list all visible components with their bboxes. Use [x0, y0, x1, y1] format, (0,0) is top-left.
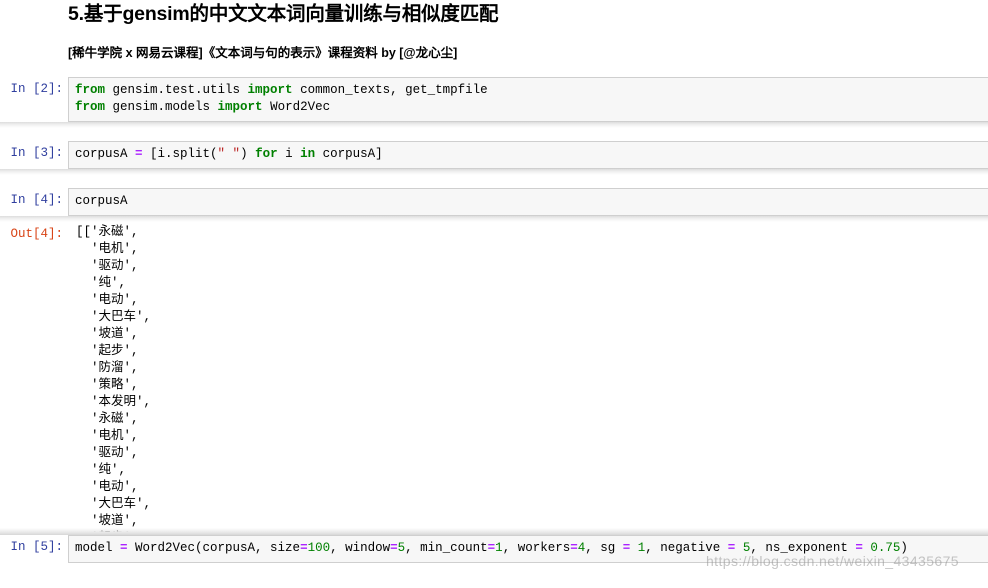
code-text: corpusA]: [315, 147, 383, 161]
output-scroll-region[interactable]: Out[4]: [['永磁', '电机', '驱动', '纯', '电动', '…: [0, 222, 988, 535]
keyword-from: from: [75, 83, 106, 97]
cell-spacer: [0, 128, 988, 141]
keyword-import: import: [217, 100, 263, 114]
number-literal: 1: [630, 541, 646, 555]
input-prompt-2: In [2]:: [10, 82, 63, 96]
output-line: '电机',: [76, 429, 139, 443]
code-text: ): [900, 541, 908, 555]
output-text-4: [['永磁', '电机', '驱动', '纯', '电动', '大巴车', '坡…: [68, 222, 988, 535]
markdown-subtitle: [稀牛学院 x 网易云课程]《文本词与句的表示》课程资料 by [@龙心尘]: [68, 46, 458, 60]
output-line: '防溜',: [76, 361, 139, 375]
code-editor-2[interactable]: from gensim.test.utils import common_tex…: [68, 77, 988, 122]
operator-equals: =: [135, 147, 143, 161]
code-text: corpusA: [75, 147, 136, 161]
keyword-import: import: [247, 83, 293, 97]
code-text: corpusA: [75, 194, 128, 208]
output-line: '坡道',: [76, 327, 139, 341]
output-prompt-4: Out[4]:: [10, 227, 63, 241]
output-line: '纯',: [76, 276, 127, 290]
code-text: common_texts, get_tmpfile: [292, 83, 488, 97]
code-text: gensim.test.utils: [105, 83, 248, 97]
output-line: '永磁',: [76, 412, 139, 426]
output-line: '起步',: [76, 344, 139, 358]
output-line: '驱动',: [76, 446, 139, 460]
operator-equals: =: [390, 541, 398, 555]
markdown-cell[interactable]: 5.基于gensim的中文文本词向量训练与相似度匹配 [稀牛学院 x 网易云课程…: [0, 0, 988, 62]
code-text: , ns_exponent: [750, 541, 856, 555]
code-editor-3[interactable]: corpusA = [i.split(" ") for i in corpusA…: [68, 141, 988, 169]
output-line: '电动',: [76, 293, 139, 307]
input-prompt-4: In [4]:: [10, 193, 63, 207]
code-text: [i.split(: [142, 147, 218, 161]
output-line: '本发明',: [76, 395, 152, 409]
output-line: '电机',: [76, 242, 139, 256]
output-line: '大巴车',: [76, 497, 152, 511]
code-text: Word2Vec(corpusA, size: [127, 541, 301, 555]
cell-spacer: [0, 62, 988, 77]
code-text: ): [240, 147, 256, 161]
output-line: '坡道',: [76, 514, 139, 528]
input-prompt-5: In [5]:: [10, 540, 63, 554]
operator-equals: =: [120, 541, 128, 555]
output-line: '纯',: [76, 463, 127, 477]
keyword-from: from: [75, 100, 106, 114]
page-title: 5.基于gensim的中文文本词向量训练与相似度匹配: [68, 3, 499, 25]
output-line: [['永磁',: [76, 225, 139, 239]
code-cell-in-2[interactable]: In [2]: from gensim.test.utils import co…: [0, 77, 988, 122]
code-editor-4[interactable]: corpusA: [68, 188, 988, 216]
number-literal: 5: [735, 541, 751, 555]
number-literal: 100: [307, 541, 331, 555]
number-literal: 1: [495, 541, 503, 555]
code-text: , workers: [502, 541, 571, 555]
code-text: , window: [330, 541, 391, 555]
operator-equals: =: [855, 541, 863, 555]
cell-spacer: [0, 175, 988, 188]
code-editor-5[interactable]: model = Word2Vec(corpusA, size=100, wind…: [68, 535, 988, 563]
keyword-for: for: [255, 147, 278, 161]
code-text: Word2Vec: [262, 100, 331, 114]
code-text: model: [75, 541, 121, 555]
output-line: '驱动',: [76, 259, 139, 273]
output-clip-shadow: [0, 528, 988, 535]
input-prompt-3: In [3]:: [10, 146, 63, 160]
keyword-in: in: [300, 147, 316, 161]
code-cell-in-4[interactable]: In [4]: corpusA: [0, 188, 988, 216]
code-text: gensim.models: [105, 100, 218, 114]
number-literal: 5: [397, 541, 406, 555]
code-cell-in-3[interactable]: In [3]: corpusA = [i.split(" ") for i in…: [0, 141, 988, 169]
number-literal: 0.75: [862, 541, 901, 555]
code-text: , sg: [585, 541, 623, 555]
operator-equals: =: [570, 541, 578, 555]
output-cell-out-4: Out[4]: [['永磁', '电机', '驱动', '纯', '电动', '…: [0, 222, 988, 535]
code-text: i: [277, 147, 301, 161]
output-line: '策略',: [76, 378, 139, 392]
output-line: '电动',: [76, 480, 139, 494]
string-literal: " ": [217, 147, 241, 161]
operator-equals: =: [300, 541, 308, 555]
output-line: '大巴车',: [76, 310, 152, 324]
code-text: , negative: [645, 541, 728, 555]
code-cell-in-5[interactable]: In [5]: model = Word2Vec(corpusA, size=1…: [0, 535, 988, 563]
code-text: , min_count: [405, 541, 488, 555]
